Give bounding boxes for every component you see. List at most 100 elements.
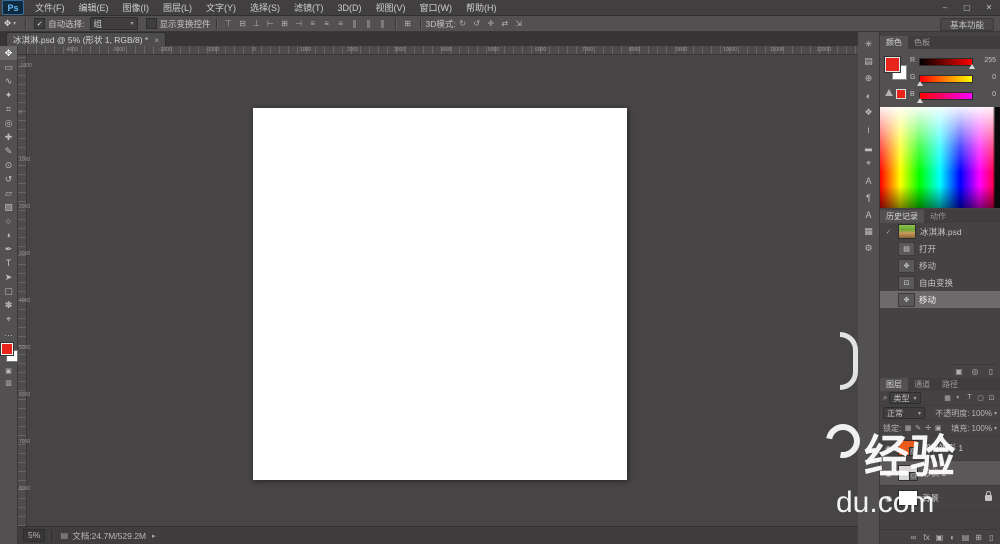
foreground-color-swatch[interactable] bbox=[1, 343, 13, 355]
channel-gradient-bar[interactable] bbox=[919, 58, 973, 66]
dodge-tool[interactable]: ◖ bbox=[0, 228, 17, 242]
menu-item[interactable]: 帮助(H) bbox=[459, 0, 504, 16]
color-spectrum-ramp[interactable] bbox=[880, 107, 1000, 208]
history-state-row[interactable]: ▤ 打开 bbox=[880, 240, 1000, 257]
history-brush-tool[interactable]: ↺ bbox=[0, 172, 17, 186]
blur-tool[interactable]: ○ bbox=[0, 214, 17, 228]
character-panel-icon[interactable]: A bbox=[858, 172, 879, 189]
panel-tab[interactable]: 动作 bbox=[924, 210, 952, 223]
link-layers-icon[interactable]: ∞ bbox=[907, 533, 920, 542]
panel-tab[interactable]: 颜色 bbox=[880, 36, 908, 49]
menu-item[interactable]: 文字(Y) bbox=[199, 0, 243, 16]
filter-type-layers-icon[interactable]: T bbox=[964, 394, 975, 402]
channel-slider-handle[interactable] bbox=[917, 81, 923, 86]
lock-pixels-icon[interactable]: ✎ bbox=[913, 424, 923, 432]
vertical-ruler[interactable]: -100001000200030004000500060007000800090… bbox=[18, 55, 27, 526]
close-tab-icon[interactable]: × bbox=[154, 35, 159, 45]
distribute-top-edges-icon[interactable]: ≡ bbox=[306, 19, 320, 28]
channel-gradient-bar[interactable] bbox=[919, 75, 973, 83]
3d-slide-icon[interactable]: ⇄ bbox=[498, 19, 512, 28]
navigator-panel-icon[interactable]: ⌖ bbox=[858, 155, 879, 172]
menu-item[interactable]: 滤镜(T) bbox=[287, 0, 331, 16]
styles-panel-icon[interactable]: ❖ bbox=[858, 104, 879, 121]
align-left-edges-icon[interactable]: ⊢ bbox=[264, 19, 278, 28]
panel-tab[interactable]: 历史记录 bbox=[880, 210, 924, 223]
new-group-icon[interactable]: ▤ bbox=[959, 533, 972, 542]
visibility-eye-icon[interactable]: ◉ bbox=[883, 494, 894, 503]
layer-row[interactable]: ◉ ▢ 圆角矩形 1 bbox=[880, 436, 1000, 461]
filter-smart-objects-icon[interactable]: ⊡ bbox=[986, 394, 997, 402]
blend-mode-dropdown[interactable]: 正常 ▾ bbox=[883, 407, 925, 419]
properties-panel-icon[interactable]: ⚙ bbox=[858, 240, 879, 257]
paragraph-panel-icon[interactable]: ¶ bbox=[858, 189, 879, 206]
layer-thumbnail[interactable]: ▢ bbox=[898, 465, 918, 481]
delete-state-icon[interactable]: ▯ bbox=[985, 367, 997, 376]
crop-tool[interactable]: ⌗ bbox=[0, 102, 17, 116]
align-vertical-centers-icon[interactable]: ⊟ bbox=[236, 19, 250, 28]
show-transform-checkbox[interactable] bbox=[146, 18, 157, 29]
layer-row[interactable]: ◉ ▢ 背景 bbox=[880, 486, 1000, 511]
histogram-panel-icon[interactable]: ▂ bbox=[858, 138, 879, 155]
restore-button[interactable]: ▢ bbox=[956, 0, 978, 16]
quick-selection-tool[interactable]: ✦ bbox=[0, 88, 17, 102]
auto-select-checkbox[interactable]: ✓ bbox=[34, 18, 45, 29]
ruler-origin-corner[interactable] bbox=[18, 46, 27, 55]
document-tab[interactable]: 冰淇淋.psd @ 5% (形状 1, RGB/8) * × bbox=[6, 32, 166, 46]
auto-align-layers-icon[interactable]: ⊞ bbox=[401, 19, 415, 28]
horizontal-ruler[interactable]: -4000-3000-2000-100001000200030004000500… bbox=[27, 46, 858, 55]
layer-thumbnail[interactable]: ▢ bbox=[898, 440, 918, 456]
lock-transparency-icon[interactable]: ▦ bbox=[903, 424, 913, 432]
shape-tool[interactable]: ▢ bbox=[0, 284, 17, 298]
panel-tab[interactable]: 图层 bbox=[880, 378, 908, 391]
layer-style-icon[interactable]: fx bbox=[920, 533, 933, 542]
menu-item[interactable]: 窗口(W) bbox=[413, 0, 460, 16]
status-options-arrow-icon[interactable]: ▸ bbox=[152, 532, 156, 540]
history-snapshot-row[interactable]: ✓ 冰淇淋.psd bbox=[880, 223, 1000, 240]
fill-value[interactable]: 100% bbox=[972, 424, 992, 433]
zoom-tool[interactable]: ⌖ bbox=[0, 312, 17, 326]
edit-toolbar-ellipsis[interactable]: … bbox=[0, 326, 17, 340]
layer-row[interactable]: ◉ ▢ 形状 1 bbox=[880, 461, 1000, 486]
hand-tool[interactable]: ✽ bbox=[0, 298, 17, 312]
canvas-area[interactable]: -4000-3000-2000-100001000200030004000500… bbox=[18, 46, 858, 526]
menu-item[interactable]: 编辑(E) bbox=[72, 0, 116, 16]
distribute-horizontal-centers-icon[interactable]: ∥ bbox=[362, 19, 376, 28]
visibility-eye-icon[interactable]: ◉ bbox=[883, 444, 894, 453]
close-button[interactable]: ✕ bbox=[978, 0, 1000, 16]
delete-layer-icon[interactable]: ▯ bbox=[985, 533, 998, 542]
menu-item[interactable]: 图像(I) bbox=[116, 0, 157, 16]
move-tool-preset[interactable]: ✥ ▾ bbox=[0, 18, 20, 29]
brush-tool[interactable]: ✎ bbox=[0, 144, 17, 158]
align-right-edges-icon[interactable]: ⊣ bbox=[292, 19, 306, 28]
3d-drag-icon[interactable]: ✛ bbox=[484, 19, 498, 28]
panel-tab[interactable]: 通道 bbox=[908, 378, 936, 391]
filter-type-dropdown[interactable]: 类型 ▾ bbox=[889, 392, 920, 404]
channel-slider-handle[interactable] bbox=[917, 98, 923, 103]
panel-tab[interactable]: 路径 bbox=[936, 378, 964, 391]
channel-value[interactable]: 255 bbox=[984, 57, 996, 64]
layer-thumbnail[interactable]: ▢ bbox=[898, 490, 918, 506]
path-selection-tool[interactable]: ➤ bbox=[0, 270, 17, 284]
layer-name[interactable]: 形状 1 bbox=[922, 467, 946, 479]
3d-scale-icon[interactable]: ⇲ bbox=[512, 19, 526, 28]
history-state-row[interactable]: ⊡ 自由变换 bbox=[880, 274, 1000, 291]
eraser-tool[interactable]: ▱ bbox=[0, 186, 17, 200]
workspace-switcher-button[interactable]: 基本功能 bbox=[940, 18, 994, 31]
filter-adjustment-layers-icon[interactable]: ◐ bbox=[953, 394, 964, 402]
lock-all-icon[interactable]: ▣ bbox=[933, 424, 943, 432]
adjustments-panel-icon[interactable]: ◐ bbox=[858, 87, 879, 104]
layer-comps-panel-icon[interactable]: ▦ bbox=[858, 223, 879, 240]
distribute-vertical-centers-icon[interactable]: ≡ bbox=[320, 19, 334, 28]
channel-value[interactable]: 0 bbox=[992, 74, 996, 81]
menu-item[interactable]: 文件(F) bbox=[28, 0, 72, 16]
clone-source-panel-icon[interactable]: ⊕ bbox=[858, 70, 879, 87]
align-top-edges-icon[interactable]: ⊤ bbox=[222, 19, 236, 28]
layer-name[interactable]: 圆角矩形 1 bbox=[922, 442, 963, 454]
pen-tool[interactable]: ✒ bbox=[0, 242, 17, 256]
channel-gradient-bar[interactable] bbox=[919, 92, 973, 100]
info-panel-icon[interactable]: i bbox=[858, 121, 879, 138]
visibility-eye-icon[interactable]: ◉ bbox=[883, 469, 894, 478]
opacity-value[interactable]: 100% bbox=[972, 409, 992, 418]
gamut-warning-icon[interactable] bbox=[885, 89, 893, 96]
history-state-row[interactable]: ✥ 移动 bbox=[880, 291, 1000, 308]
